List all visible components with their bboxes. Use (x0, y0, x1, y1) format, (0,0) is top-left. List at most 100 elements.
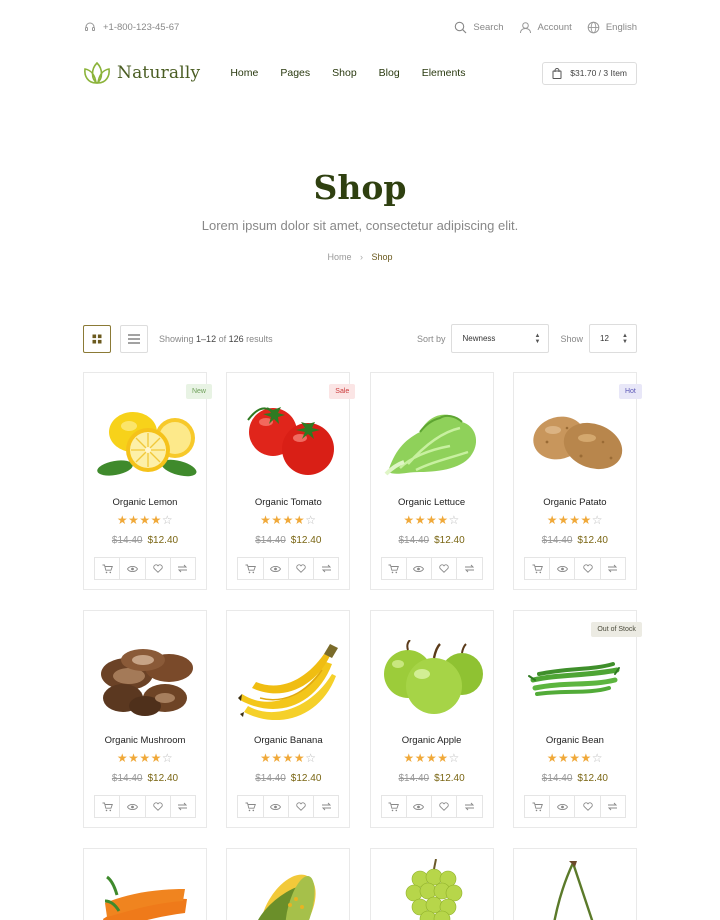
add-to-cart-button[interactable] (95, 558, 121, 579)
product-image-potato[interactable] (514, 391, 636, 493)
wishlist-button[interactable] (289, 796, 315, 817)
logo[interactable]: Naturally (83, 61, 200, 85)
search-link[interactable]: Search (454, 21, 504, 34)
product-badge: Hot (618, 384, 642, 399)
compare-icon (464, 564, 475, 573)
grid-view-button[interactable] (83, 324, 111, 353)
product-name[interactable]: Organic Bean (514, 735, 636, 746)
product-card[interactable]: Organic Apple ★★★★☆ $14.40 $12.40 (369, 610, 494, 828)
product-card[interactable] (83, 848, 207, 920)
compare-button[interactable] (601, 796, 625, 817)
eye-icon (556, 565, 568, 572)
compare-icon (178, 802, 188, 811)
wishlist-button[interactable] (146, 796, 171, 817)
product-image-grapes[interactable] (371, 857, 493, 920)
quick-view-button[interactable] (550, 796, 576, 817)
add-to-cart-button[interactable] (525, 796, 551, 817)
old-price: $14.40 (541, 773, 573, 784)
product-image-banana[interactable] (227, 629, 349, 731)
product-image-lettuce[interactable] (371, 391, 493, 493)
product-image-bean[interactable] (514, 629, 636, 731)
list-view-button[interactable] (120, 324, 148, 353)
compare-button[interactable] (457, 558, 481, 579)
heart-icon (582, 802, 593, 811)
wishlist-button[interactable] (146, 558, 171, 579)
heart-icon (152, 802, 163, 811)
breadcrumb-home[interactable]: Home (327, 252, 351, 262)
product-image-cherry[interactable] (514, 857, 636, 920)
product-card[interactable]: Sale Organic Tomato ★★★★☆ $14.40 $12.40 (226, 372, 356, 590)
product-card[interactable]: Organic Mushroom ★★★★☆ $14.40 $12.40 (83, 610, 207, 828)
product-name[interactable]: Organic Tomato (227, 497, 349, 508)
eye-icon (413, 803, 425, 810)
wishlist-button[interactable] (432, 558, 458, 579)
product-name[interactable]: Organic Patato (514, 497, 636, 508)
compare-icon (178, 564, 188, 573)
add-to-cart-button[interactable] (525, 558, 551, 579)
product-name[interactable]: Organic Mushroom (84, 735, 206, 746)
product-name[interactable]: Organic Lettuce (371, 497, 493, 508)
product-image-corn[interactable] (227, 857, 349, 920)
add-to-cart-button[interactable] (382, 558, 407, 579)
add-to-cart-button[interactable] (382, 796, 407, 817)
compare-button[interactable] (314, 796, 338, 817)
add-to-cart-button[interactable] (95, 796, 121, 817)
nav-item-shop[interactable]: Shop (332, 67, 357, 79)
product-card[interactable]: New Organic Lemon ★★★★☆ $14.40 $12.40 (83, 372, 212, 590)
compare-button[interactable] (171, 796, 195, 817)
cart-button[interactable]: $31.70 / 3 Item (542, 61, 637, 85)
product-rating: ★★★★☆ (371, 513, 493, 527)
product-name[interactable]: Organic Lemon (84, 497, 206, 508)
quick-view-button[interactable] (264, 796, 289, 817)
product-card[interactable]: Organic Banana ★★★★☆ $14.40 $12.40 (226, 610, 351, 828)
wishlist-button[interactable] (575, 796, 601, 817)
globe-icon (587, 21, 600, 33)
star-icon: ★ (580, 513, 592, 527)
quick-view-button[interactable] (120, 558, 146, 579)
main-navigation: Naturally Home Pages Shop Blog Elements … (83, 58, 637, 88)
product-card[interactable]: Hot Organic Patato ★★★★☆ $14.40 $12.40 (512, 372, 642, 590)
product-image-lemon[interactable] (84, 391, 206, 493)
wishlist-button[interactable] (289, 558, 315, 579)
nav-item-home[interactable]: Home (230, 67, 258, 79)
product-image-carrot[interactable] (84, 857, 206, 920)
add-to-cart-button[interactable] (238, 796, 264, 817)
product-name[interactable]: Organic Apple (371, 735, 493, 746)
show-count-select[interactable]: 12 ▲ ▼ (589, 324, 637, 353)
product-card[interactable]: Out of Stock Organic Bean ★★★★☆ $14.40 $12.4… (512, 610, 642, 828)
search-icon (455, 21, 467, 33)
compare-button[interactable] (314, 558, 338, 579)
quick-view-button[interactable] (407, 558, 433, 579)
quick-view-button[interactable] (550, 558, 576, 579)
product-card[interactable] (512, 848, 637, 920)
quick-view-button[interactable] (120, 796, 146, 817)
cart-icon (102, 564, 113, 573)
product-card[interactable]: Organic Lettuce ★★★★☆ $14.40 $12.40 (369, 372, 494, 590)
product-card[interactable] (226, 848, 351, 920)
product-name[interactable]: Organic Banana (227, 735, 349, 746)
compare-button[interactable] (601, 558, 625, 579)
compare-button[interactable] (457, 796, 481, 817)
product-image-apple[interactable] (371, 629, 493, 731)
product-image-mushroom[interactable] (84, 629, 206, 731)
nav-item-elements[interactable]: Elements (422, 67, 466, 79)
add-to-cart-button[interactable] (238, 558, 264, 579)
wishlist-button[interactable] (575, 558, 601, 579)
quick-view-button[interactable] (264, 558, 289, 579)
eye-icon (413, 565, 425, 572)
product-rating: ★★★★☆ (227, 513, 349, 527)
product-grid: New Organic Lemon ★★★★☆ $14.40 $12.40 Sale Org… (83, 372, 642, 920)
nav-item-pages[interactable]: Pages (280, 67, 310, 79)
wishlist-button[interactable] (432, 796, 458, 817)
quick-view-button[interactable] (407, 796, 433, 817)
language-switcher[interactable]: English (587, 21, 637, 34)
nav-item-blog[interactable]: Blog (379, 67, 400, 79)
compare-button[interactable] (171, 558, 195, 579)
product-price: $14.40 $12.40 (514, 535, 636, 546)
compare-icon (608, 564, 618, 573)
product-card[interactable] (369, 848, 494, 920)
sort-select[interactable]: Newness ▲ ▼ (451, 324, 550, 353)
product-image-tomato[interactable] (227, 391, 349, 493)
phone-contact[interactable]: +1-800-123-45-67 (84, 21, 179, 33)
account-link[interactable]: Account (519, 21, 572, 34)
